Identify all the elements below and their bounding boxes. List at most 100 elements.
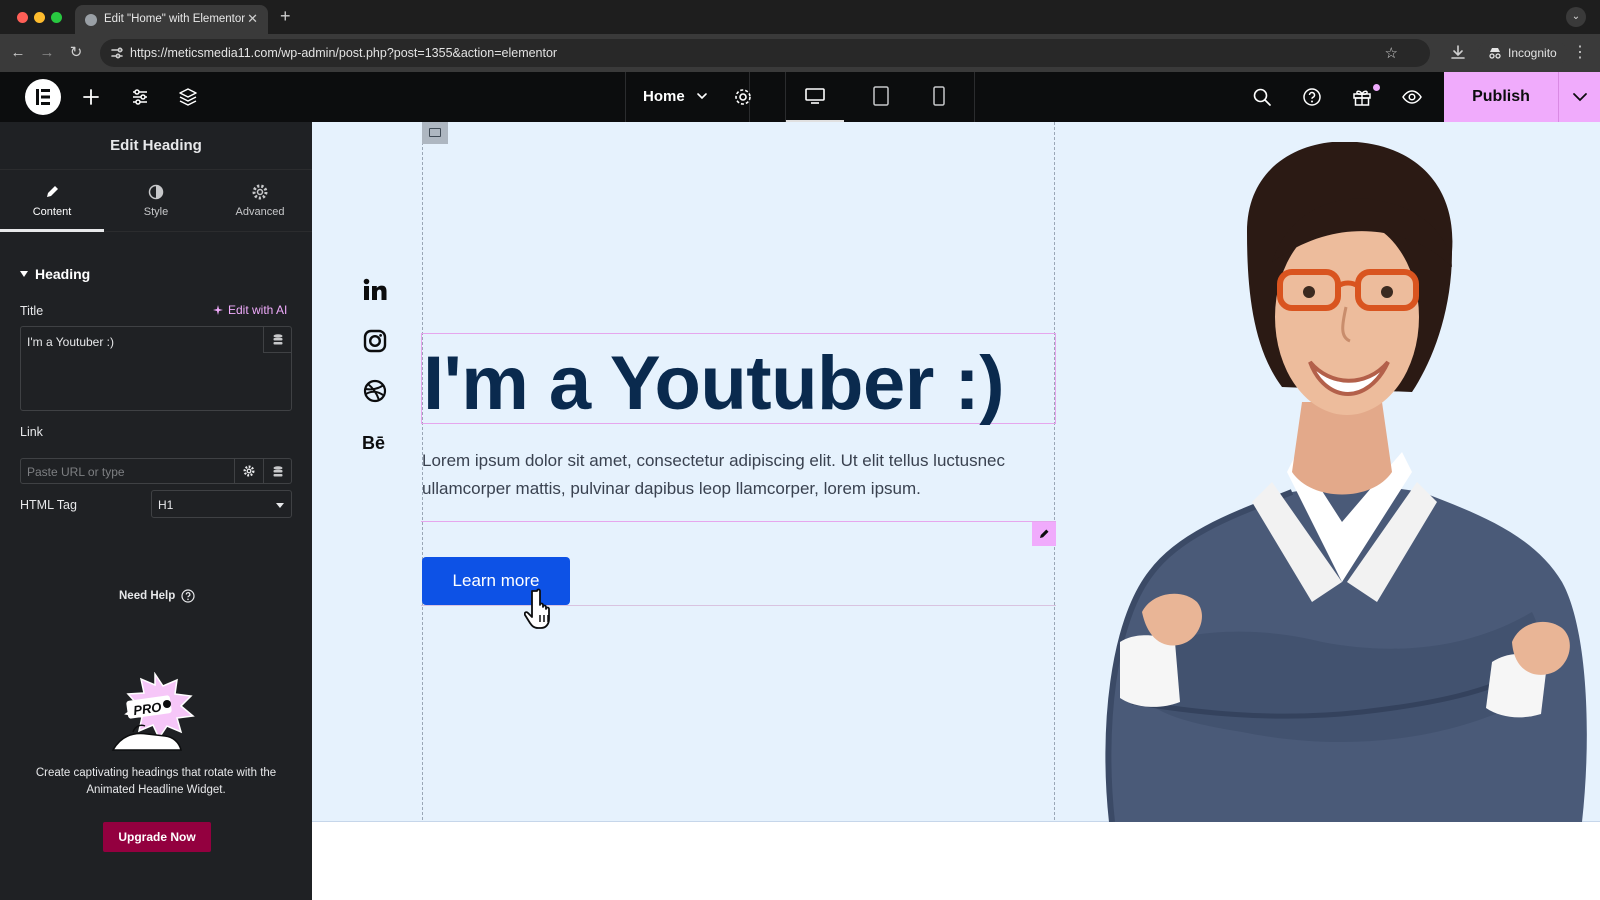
link-options-button[interactable]: [235, 458, 264, 484]
desktop-view-button[interactable]: [786, 72, 844, 122]
need-help-label: Need Help: [119, 590, 176, 602]
title-label: Title: [20, 304, 44, 318]
edit-with-ai-button[interactable]: Edit with AI: [212, 303, 287, 317]
maximize-window-button[interactable]: [51, 12, 62, 23]
hero-section[interactable]: Bē I'm a Youtuber :) Lorem ipsum dolor s…: [312, 122, 1600, 822]
database-icon: [273, 334, 283, 345]
incognito-badge[interactable]: Incognito: [1478, 41, 1567, 65]
tab-advanced-label: Advanced: [235, 206, 285, 218]
elementor-logo-button[interactable]: [25, 79, 61, 115]
mobile-view-button[interactable]: [910, 72, 968, 122]
address-bar[interactable]: https://meticsmedia11.com/wp-admin/post.…: [100, 39, 1430, 67]
link-url-input[interactable]: Paste URL or type: [20, 458, 235, 484]
publish-options-button[interactable]: [1558, 72, 1600, 122]
behance-icon[interactable]: Bē: [362, 429, 388, 455]
pencil-icon: [47, 186, 58, 197]
dynamic-tags-button[interactable]: [263, 327, 291, 353]
incognito-icon: [1489, 48, 1501, 59]
hero-paragraph[interactable]: Lorem ipsum dolor sit amet, consectetur …: [422, 447, 1052, 503]
minimize-window-button[interactable]: [34, 12, 45, 23]
site-settings-sliders-icon[interactable]: [130, 87, 150, 107]
edit-with-ai-label: Edit with AI: [228, 303, 288, 317]
caret-down-icon: [20, 271, 28, 277]
link-dynamic-tags-button[interactable]: [264, 458, 292, 484]
sparkle-icon: [213, 305, 223, 315]
gear-icon: [243, 465, 255, 477]
address-toolbar: ← → ↻ https://meticsmedia11.com/wp-admin…: [0, 34, 1600, 72]
database-icon: [273, 466, 283, 477]
site-info-icon[interactable]: [110, 46, 124, 60]
dribbble-icon[interactable]: [362, 378, 388, 404]
pencil-icon: [1040, 529, 1049, 538]
tab-title: Edit "Home" with Elementor: [104, 13, 246, 25]
publish-button[interactable]: Publish: [1444, 72, 1558, 122]
globe-icon: [85, 14, 97, 26]
preview-eye-icon[interactable]: [1402, 87, 1422, 107]
html-tag-label: HTML Tag: [20, 498, 77, 512]
html-tag-select[interactable]: H1: [151, 490, 292, 518]
promo-text: Create captivating headings that rotate …: [35, 767, 277, 796]
tab-content-label: Content: [32, 206, 72, 218]
help-circle-icon[interactable]: [1302, 87, 1322, 107]
browser-tab[interactable]: Edit "Home" with Elementor ✕: [75, 5, 268, 34]
editor-canvas: Bē I'm a Youtuber :) Lorem ipsum dolor s…: [312, 122, 1600, 900]
elementor-logo-icon: [36, 89, 50, 105]
forward-icon[interactable]: →: [37, 43, 57, 63]
gear-icon: [252, 184, 268, 200]
tab-content[interactable]: Content: [0, 170, 104, 232]
tab-style[interactable]: Style: [104, 170, 208, 232]
close-tab-icon[interactable]: ✕: [247, 11, 258, 27]
edit-widget-button[interactable]: [1032, 522, 1056, 546]
browser-menu-icon[interactable]: ⋮: [1572, 42, 1588, 62]
html-tag-value: H1: [158, 498, 174, 512]
dropdown-arrow-icon: [276, 503, 284, 508]
tab-advanced[interactable]: Advanced: [208, 170, 312, 232]
incognito-label: Incognito: [1508, 46, 1557, 60]
page-settings-gear-icon[interactable]: [733, 87, 753, 107]
desktop-icon: [805, 88, 825, 104]
upgrade-now-button[interactable]: Upgrade Now: [103, 822, 211, 852]
page-selector[interactable]: Home: [625, 72, 750, 122]
column-icon: [429, 128, 441, 137]
title-textarea-value: I'm a Youtuber :): [27, 335, 115, 349]
bookmark-star-icon[interactable]: ☆: [1385, 44, 1398, 62]
download-icon[interactable]: [1450, 44, 1466, 60]
back-icon[interactable]: ←: [8, 43, 28, 63]
tab-search-button[interactable]: ⌄: [1566, 7, 1586, 27]
title-textarea[interactable]: I'm a Youtuber :): [20, 326, 292, 411]
new-tab-button[interactable]: +: [280, 6, 291, 27]
editor-panel: Edit Heading Content Style Advanced Head…: [0, 122, 312, 900]
search-icon[interactable]: [1252, 87, 1272, 107]
tab-style-label: Style: [143, 206, 169, 218]
responsive-mode-switcher: [785, 72, 975, 122]
gift-icon[interactable]: [1352, 87, 1372, 107]
section-title: Heading: [35, 266, 91, 282]
tablet-view-button[interactable]: [852, 72, 910, 122]
editor-top-bar: Home Publish: [0, 72, 1600, 122]
layers-icon[interactable]: [178, 87, 198, 107]
close-window-button[interactable]: [17, 12, 28, 23]
reload-icon[interactable]: ↻: [66, 43, 86, 63]
svg-text:Bē: Bē: [362, 433, 385, 453]
linkedin-icon[interactable]: [362, 277, 388, 303]
hero-heading[interactable]: I'm a Youtuber :): [423, 340, 1005, 427]
instagram-icon[interactable]: [362, 328, 388, 354]
link-label: Link: [20, 425, 43, 439]
url-text: https://meticsmedia11.com/wp-admin/post.…: [130, 46, 558, 60]
hand-cursor-icon: [524, 588, 550, 629]
need-help-link[interactable]: Need Help: [119, 589, 195, 603]
page-name: Home: [643, 88, 685, 105]
panel-title: Edit Heading: [0, 122, 312, 170]
add-element-icon[interactable]: [81, 87, 101, 107]
link-placeholder: Paste URL or type: [27, 465, 125, 479]
mobile-icon: [933, 86, 945, 106]
contrast-icon: [148, 184, 164, 200]
browser-tab-strip: Edit "Home" with Elementor ✕ + ⌄: [0, 0, 1600, 34]
heading-section-toggle[interactable]: Heading: [20, 266, 90, 282]
tablet-icon: [873, 86, 889, 106]
woman-portrait-image[interactable]: [1072, 142, 1600, 822]
pro-promo-illustration: PRO: [111, 672, 195, 751]
question-circle-icon: [181, 589, 195, 603]
column-handle[interactable]: [422, 122, 448, 144]
panel-tabs: Content Style Advanced: [0, 170, 312, 232]
